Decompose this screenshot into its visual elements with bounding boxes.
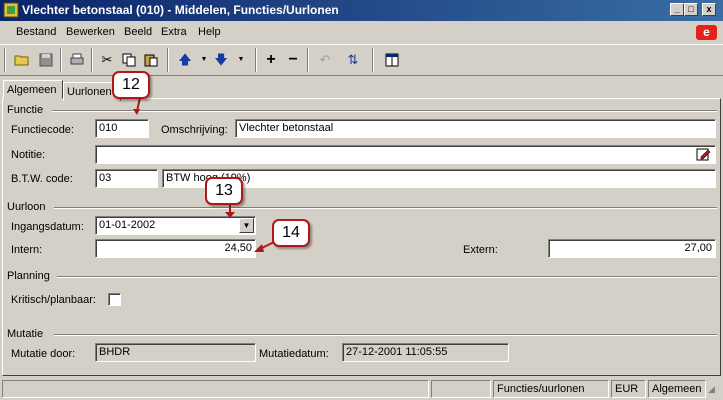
undo-icon[interactable]: ↶ [314, 49, 336, 71]
tab-algemeen[interactable]: Algemeen [3, 80, 63, 99]
cut-icon[interactable]: ✂ [96, 49, 118, 71]
intern-input[interactable]: 24,50 [95, 239, 256, 258]
ingangsdatum-select[interactable]: 01-01-2002 [95, 216, 256, 235]
menu-help[interactable]: Help [198, 26, 221, 38]
group-header-functie: Functie [7, 104, 44, 116]
group-header-uurloon: Uurloon [7, 201, 46, 213]
title-bar: Vlechter betonstaal (010) - Middelen, Fu… [0, 0, 723, 21]
btw-description-field: BTW hoog (19%) [162, 169, 716, 188]
chevron-down-icon[interactable]: ▼ [230, 49, 252, 71]
close-button[interactable]: x [702, 3, 716, 16]
omschrijving-label: Omschrijving: [161, 124, 228, 136]
toolbar: ✂ 🡅 ▼ 🡇 ▼ + − ↶ ⇅ [0, 44, 723, 76]
minimize-button[interactable]: _ [670, 3, 684, 16]
mutatiedatum-label: Mutatiedatum: [259, 348, 329, 360]
group-divider [57, 276, 717, 278]
menu-bewerken[interactable]: Bewerken [66, 26, 115, 38]
status-currency: EUR [611, 380, 646, 398]
ingangsdatum-label: Ingangsdatum: [11, 221, 84, 233]
group-divider [54, 207, 717, 209]
group-header-mutatie: Mutatie [7, 328, 44, 340]
callout-14: 14 [272, 219, 310, 247]
btw-label: B.T.W. code: [11, 173, 73, 185]
edit-note-icon[interactable] [696, 147, 711, 162]
omschrijving-input[interactable]: Vlechter betonstaal [235, 119, 716, 138]
toolbar-separator [60, 48, 62, 72]
btw-code-input[interactable]: 03 [95, 169, 158, 188]
mutatiedatum-field: 27-12-2001 11:05:55 [342, 343, 509, 362]
add-icon[interactable]: + [260, 49, 282, 71]
print-icon[interactable] [66, 49, 88, 71]
callout-pointer [133, 98, 141, 115]
arrow-down-icon[interactable]: 🡇 [210, 49, 232, 71]
extern-input[interactable]: 27,00 [548, 239, 716, 258]
toolbar-separator [91, 48, 93, 72]
window-layout-icon[interactable] [381, 49, 403, 71]
save-icon[interactable] [35, 49, 57, 71]
status-panel [2, 380, 429, 398]
kritisch-label: Kritisch/planbaar: [11, 294, 96, 306]
toolbar-separator [167, 48, 169, 72]
menu-beeld[interactable]: Beeld [124, 26, 152, 38]
status-bar: Functies/uurlonen EUR Algemeen ◢ [0, 378, 723, 400]
functiecode-input[interactable]: 010 [95, 119, 149, 138]
callout-12: 12 [112, 71, 150, 99]
open-folder-icon[interactable] [11, 49, 33, 71]
group-header-planning: Planning [7, 270, 50, 282]
maximize-button[interactable]: □ [684, 3, 698, 16]
kritisch-checkbox[interactable] [108, 293, 121, 306]
refresh-icon[interactable]: ⇅ [342, 49, 364, 71]
window-title: Vlechter betonstaal (010) - Middelen, Fu… [22, 3, 339, 17]
menu-bar: Bestand Bewerken Beeld Extra Help [0, 22, 723, 42]
chevron-down-icon[interactable]: ▼ [239, 218, 254, 233]
intern-label: Intern: [11, 244, 43, 256]
paste-icon[interactable] [140, 49, 162, 71]
callout-13: 13 [205, 177, 243, 205]
functiecode-label: Functiecode: [11, 124, 74, 136]
menu-bestand[interactable]: Bestand [16, 26, 56, 38]
toolbar-separator [372, 48, 374, 72]
app-icon [3, 2, 19, 18]
status-tab: Algemeen [648, 380, 706, 398]
mutatie-door-field: BHDR [95, 343, 256, 362]
resize-grip-icon[interactable]: ◢ [708, 384, 721, 398]
mutatie-door-label: Mutatie door: [11, 348, 76, 360]
copy-icon[interactable] [118, 49, 140, 71]
notitie-label: Notitie: [11, 149, 46, 161]
callout-pointer [225, 204, 235, 218]
extern-label: Extern: [463, 244, 498, 256]
toolbar-grip [4, 48, 6, 72]
group-divider [54, 334, 717, 336]
toolbar-separator [255, 48, 257, 72]
menu-extra[interactable]: Extra [161, 26, 187, 38]
status-module: Functies/uurlonen [493, 380, 609, 398]
remove-icon[interactable]: − [282, 49, 304, 71]
group-divider [52, 110, 717, 112]
toolbar-separator [307, 48, 309, 72]
brand-logo: e [696, 25, 717, 40]
status-panel [431, 380, 491, 398]
notitie-input[interactable] [95, 145, 716, 164]
